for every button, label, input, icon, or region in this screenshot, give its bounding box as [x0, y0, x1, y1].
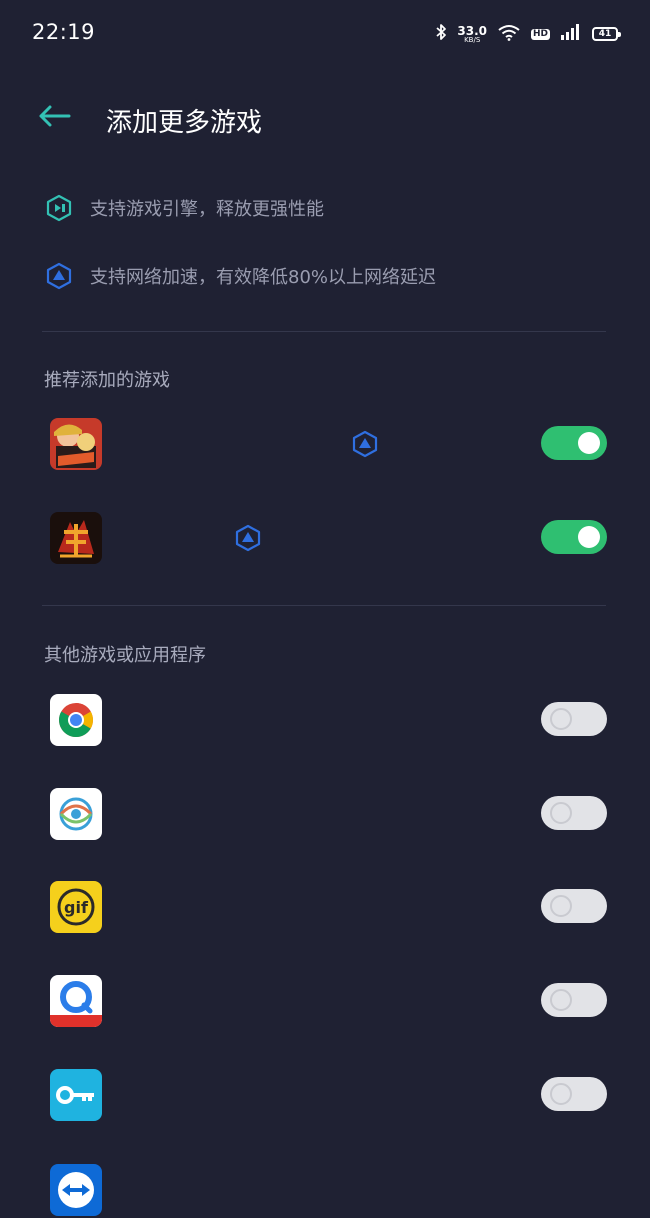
key-app-icon — [50, 1069, 102, 1121]
toggle-knob — [550, 895, 572, 917]
net-speed: 33.0 KB/S — [457, 25, 487, 44]
toggle-knob — [578, 526, 600, 548]
feature-network-accel: 支持网络加速，有效降低80%以上网络延迟 — [44, 259, 436, 293]
app-toggle[interactable] — [541, 889, 607, 923]
list-item — [0, 508, 650, 568]
list-item — [0, 971, 650, 1031]
net-speed-unit: KB/S — [464, 35, 481, 44]
browser-app-icon — [50, 975, 102, 1027]
feature-game-engine: 支持游戏引擎，释放更强性能 — [44, 191, 324, 225]
hd-icon: HD — [530, 28, 550, 40]
status-time: 22:19 — [32, 20, 96, 44]
list-item — [0, 1160, 650, 1218]
toggle-knob — [550, 989, 572, 1011]
feature-text: 支持网络加速，有效降低80%以上网络延迟 — [90, 267, 437, 288]
swirl-app-icon — [50, 788, 102, 840]
battery-level: 41 — [598, 28, 612, 39]
toggle-knob — [578, 432, 600, 454]
network-accel-icon — [351, 430, 379, 458]
network-accel-icon — [234, 524, 262, 552]
feature-text: 支持游戏引擎，释放更强性能 — [90, 199, 324, 220]
bluetooth-icon — [435, 23, 447, 45]
section-title-recommended: 推荐添加的游戏 — [44, 370, 170, 391]
chrome-app-icon — [50, 694, 102, 746]
divider — [42, 331, 606, 332]
app-toggle[interactable] — [541, 1077, 607, 1111]
section-title-others: 其他游戏或应用程序 — [44, 645, 206, 666]
one-piece-game-icon — [50, 418, 102, 470]
toggle-knob — [550, 1083, 572, 1105]
list-item — [0, 414, 650, 474]
list-item — [0, 784, 650, 844]
toggle-knob — [550, 802, 572, 824]
net-speed-value: 33.0 — [457, 23, 487, 38]
divider — [42, 605, 606, 606]
teamviewer-app-icon — [50, 1164, 102, 1216]
list-item — [0, 690, 650, 750]
status-bar: 22:19 33.0 KB/S HD 41 — [0, 0, 650, 64]
back-arrow-icon — [37, 104, 71, 132]
network-accel-icon — [44, 261, 74, 291]
sanguosha-game-icon — [50, 512, 102, 564]
header: 添加更多游戏 — [0, 92, 650, 144]
status-icons: 33.0 KB/S HD 41 — [435, 22, 621, 46]
wifi-icon — [497, 23, 521, 45]
back-button[interactable] — [34, 100, 74, 136]
page-title: 添加更多游戏 — [106, 108, 263, 138]
app-toggle[interactable] — [541, 702, 607, 736]
game-toggle[interactable] — [541, 520, 607, 554]
signal-icon — [560, 23, 582, 45]
game-engine-icon — [44, 193, 74, 223]
screen: 22:19 33.0 KB/S HD 41 添加更多游戏 支持游戏引擎，释放更强… — [0, 0, 650, 1218]
list-item — [0, 1065, 650, 1125]
toggle-knob — [550, 708, 572, 730]
list-item: gif — [0, 877, 650, 937]
battery-icon: 41 — [592, 27, 621, 41]
game-toggle[interactable] — [541, 426, 607, 460]
gif-app-icon: gif — [50, 881, 102, 933]
app-toggle[interactable] — [541, 796, 607, 830]
svg-text:gif: gif — [64, 898, 89, 917]
app-toggle[interactable] — [541, 983, 607, 1017]
